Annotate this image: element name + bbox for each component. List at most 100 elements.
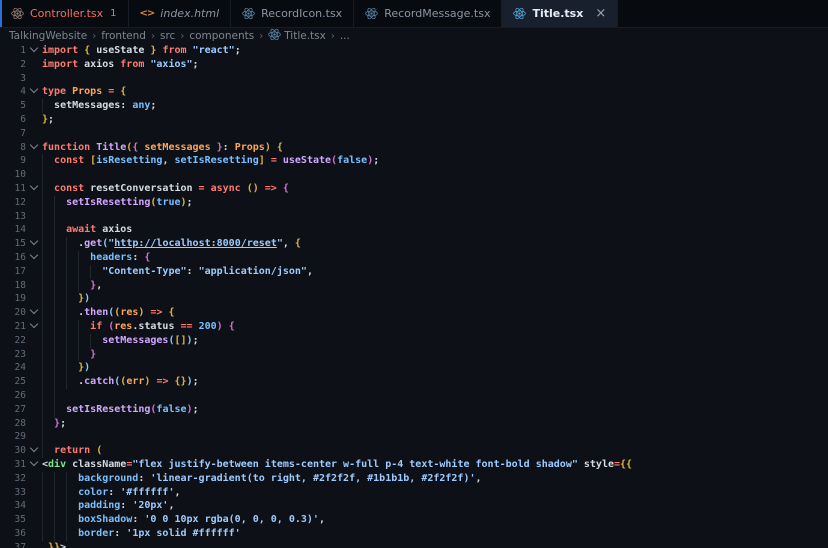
code-line[interactable]: 19 }) — [0, 292, 828, 306]
code-text[interactable] — [42, 210, 828, 224]
breadcrumb-item-symbol[interactable]: ... — [340, 30, 350, 42]
line-number[interactable]: 33 — [0, 486, 26, 500]
code-editor[interactable]: 1import { useState } from "react";2 impor… — [0, 44, 828, 548]
code-line[interactable]: 23 } — [0, 348, 828, 362]
line-number[interactable]: 5 — [0, 99, 26, 113]
code-line[interactable]: 30 return ( — [0, 444, 828, 458]
line-number[interactable]: 18 — [0, 279, 26, 293]
code-text[interactable]: import { useState } from "react"; — [42, 44, 828, 58]
code-line[interactable]: 33 color: '#ffffff', — [0, 486, 828, 500]
tab-title-tsx[interactable]: Title.tsx× — [502, 0, 618, 27]
tab-controller-tsx[interactable]: Controller.tsx1 — [0, 0, 129, 27]
tab-recordmessage-tsx[interactable]: RecordMessage.tsx — [354, 0, 502, 27]
code-line[interactable]: 21 if (res.status == 200) { — [0, 320, 828, 334]
code-line[interactable]: 24 }) — [0, 361, 828, 375]
line-number[interactable]: 6 — [0, 113, 26, 127]
line-number[interactable]: 7 — [0, 127, 26, 141]
line-number[interactable]: 35 — [0, 513, 26, 527]
chevron-down-icon[interactable] — [26, 251, 42, 265]
breadcrumb-item-file[interactable]: Title.tsx — [268, 28, 326, 44]
code-line[interactable]: 26 — [0, 389, 828, 403]
line-number[interactable]: 30 — [0, 444, 26, 458]
line-number[interactable]: 16 — [0, 251, 26, 265]
code-line[interactable]: 16 headers: { — [0, 251, 828, 265]
line-number[interactable]: 29 — [0, 430, 26, 444]
tab-recordicon-tsx[interactable]: RecordIcon.tsx — [231, 0, 354, 27]
close-icon[interactable]: × — [595, 6, 606, 21]
code-line[interactable]: 10 — [0, 168, 828, 182]
tab-index-html[interactable]: <>index.html — [129, 0, 232, 27]
line-number[interactable]: 32 — [0, 472, 26, 486]
code-line[interactable]: 32 background: 'linear-gradient(to right… — [0, 472, 828, 486]
code-text[interactable]: type Props = { — [42, 85, 828, 99]
breadcrumb-item-talkingwebsite[interactable]: TalkingWebsite — [9, 30, 87, 42]
line-number[interactable]: 3 — [0, 72, 26, 86]
line-number[interactable]: 21 — [0, 320, 26, 334]
code-text[interactable]: background: 'linear-gradient(to right, #… — [42, 472, 828, 486]
code-line[interactable]: 35 boxShadow: '0 0 10px rgba(0, 0, 0, 0.… — [0, 513, 828, 527]
code-line[interactable]: 15 .get("http://localhost:8000/reset", { — [0, 237, 828, 251]
line-number[interactable]: 19 — [0, 292, 26, 306]
line-number[interactable]: 23 — [0, 348, 26, 362]
code-text[interactable]: boxShadow: '0 0 10px rgba(0, 0, 0, 0.3)'… — [42, 513, 828, 527]
code-line[interactable]: 14 await axios — [0, 223, 828, 237]
code-line[interactable]: 8function Title({ setMessages }: Props) … — [0, 141, 828, 155]
code-text[interactable] — [42, 168, 828, 182]
line-number[interactable]: 26 — [0, 389, 26, 403]
code-line[interactable]: 7 — [0, 127, 828, 141]
code-line[interactable]: 36 border: '1px solid #ffffff' — [0, 527, 828, 541]
code-text[interactable]: function Title({ setMessages }: Props) { — [42, 141, 828, 155]
line-number[interactable]: 31 — [0, 458, 26, 472]
code-text[interactable]: <div className="flex justify-between ite… — [42, 458, 828, 472]
code-text[interactable]: import axios from "axios"; — [42, 58, 828, 72]
code-text[interactable]: }) — [42, 361, 828, 375]
line-number[interactable]: 11 — [0, 182, 26, 196]
chevron-down-icon[interactable] — [26, 141, 42, 155]
code-line[interactable]: 22 setMessages([]); — [0, 334, 828, 348]
chevron-down-icon[interactable] — [26, 182, 42, 196]
code-text[interactable]: padding: '20px', — [42, 499, 828, 513]
line-number[interactable]: 12 — [0, 196, 26, 210]
code-text[interactable]: setMessages: any; — [42, 99, 828, 113]
chevron-down-icon[interactable] — [26, 237, 42, 251]
line-number[interactable]: 34 — [0, 499, 26, 513]
line-number[interactable]: 27 — [0, 403, 26, 417]
code-line[interactable]: 1import { useState } from "react"; — [0, 44, 828, 58]
code-text[interactable]: await axios — [42, 223, 828, 237]
code-text[interactable]: setIsResetting(false); — [42, 403, 828, 417]
chevron-down-icon[interactable] — [26, 85, 42, 99]
code-line[interactable]: 37 }}> — [0, 541, 828, 548]
line-number[interactable]: 24 — [0, 361, 26, 375]
code-text[interactable]: } — [42, 348, 828, 362]
breadcrumb-item-src[interactable]: src — [160, 30, 175, 42]
line-number[interactable]: 22 — [0, 334, 26, 348]
code-line[interactable]: 27 setIsResetting(false); — [0, 403, 828, 417]
code-line[interactable]: 3 — [0, 72, 828, 86]
chevron-down-icon[interactable] — [26, 306, 42, 320]
code-text[interactable]: }, — [42, 279, 828, 293]
line-number[interactable]: 2 — [0, 58, 26, 72]
code-line[interactable]: 31 <div className="flex justify-between i… — [0, 458, 828, 472]
line-number[interactable]: 36 — [0, 527, 26, 541]
code-text[interactable]: setMessages([]); — [42, 334, 828, 348]
line-number[interactable]: 15 — [0, 237, 26, 251]
line-number[interactable]: 9 — [0, 154, 26, 168]
code-line[interactable]: 9 const [isResetting, setIsResetting] = … — [0, 154, 828, 168]
code-line[interactable]: 28 }; — [0, 417, 828, 431]
chevron-down-icon[interactable] — [26, 44, 42, 58]
chevron-down-icon[interactable] — [26, 458, 42, 472]
breadcrumb-item-components[interactable]: components — [189, 30, 254, 42]
code-line[interactable]: 17 "Content-Type": "application/json", — [0, 265, 828, 279]
code-line[interactable]: 34 padding: '20px', — [0, 499, 828, 513]
line-number[interactable]: 28 — [0, 417, 26, 431]
code-text[interactable] — [42, 72, 828, 86]
code-text[interactable]: const [isResetting, setIsResetting] = us… — [42, 154, 828, 168]
code-line[interactable]: 5 setMessages: any; — [0, 99, 828, 113]
code-line[interactable]: 11 const resetConversation = async () =>… — [0, 182, 828, 196]
code-text[interactable]: }) — [42, 292, 828, 306]
line-number[interactable]: 37 — [0, 541, 26, 548]
code-line[interactable]: 13 — [0, 210, 828, 224]
code-text[interactable]: return ( — [42, 444, 828, 458]
code-text[interactable]: color: '#ffffff', — [42, 486, 828, 500]
chevron-down-icon[interactable] — [26, 320, 42, 334]
